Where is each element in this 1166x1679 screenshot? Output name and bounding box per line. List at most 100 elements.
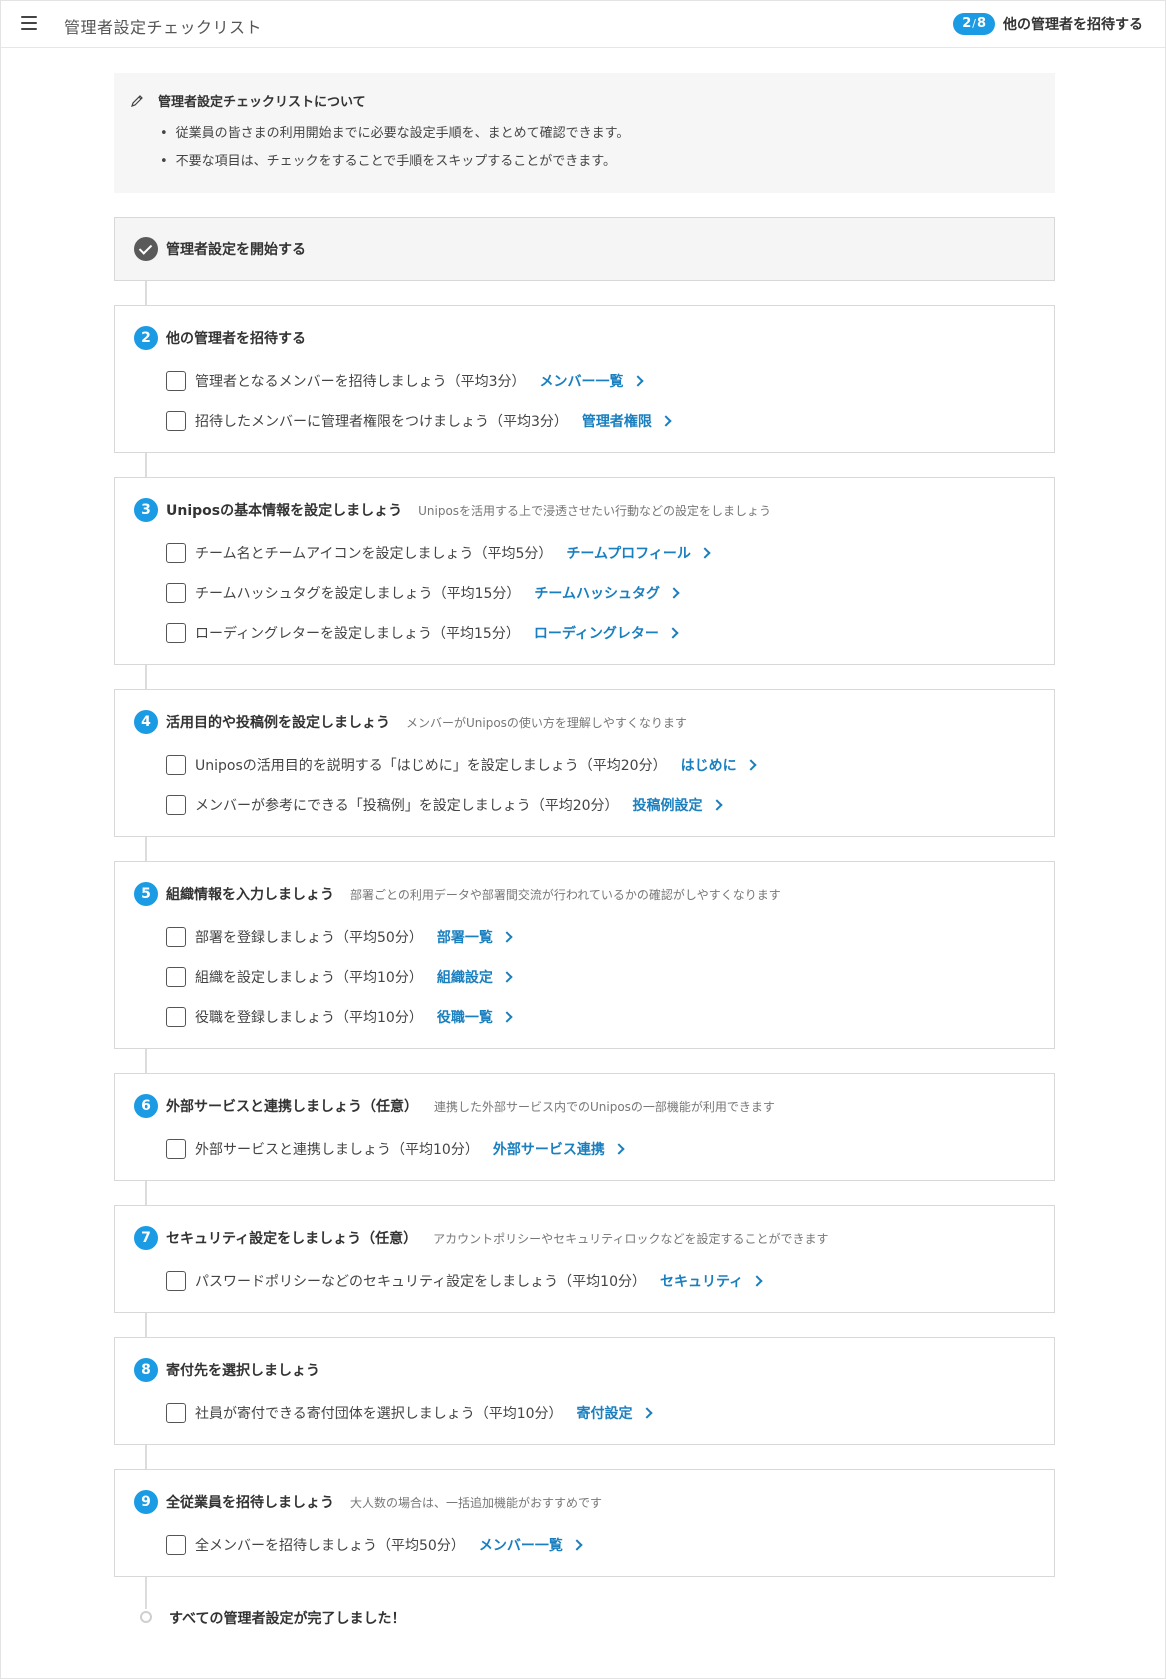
progress-label: 他の管理者を招待する [1003, 17, 1143, 33]
task-checkbox[interactable] [166, 543, 186, 563]
step-2-card: 2 他の管理者を招待する 管理者となるメンバーを招待しましょう（平均3分） メン… [114, 305, 1055, 453]
task-link-label: 役職一覧 [436, 1010, 493, 1026]
task-row: 役職を登録しましょう（平均10分） 役職一覧 [166, 1007, 513, 1027]
task-link-label: ローディングレター [533, 626, 659, 642]
step-header: 6 外部サービスと連携しましょう（任意） 連携した外部サービス内でのUnipos… [134, 1094, 775, 1118]
task-checkbox[interactable] [166, 755, 186, 775]
step-number-badge: 7 [134, 1226, 158, 1250]
task-checkbox[interactable] [166, 967, 186, 987]
task-text: 社員が寄付できる寄付団体を選択しましょう（平均10分） [195, 1406, 563, 1422]
chevron-right-icon [501, 1011, 513, 1023]
chevron-right-icon [640, 1407, 653, 1419]
task-row: パスワードポリシーなどのセキュリティ設定をしましょう（平均10分） セキュリティ [166, 1271, 763, 1291]
step-8-card: 8 寄付先を選択しましょう 社員が寄付できる寄付団体を選択しましょう（平均10分… [114, 1337, 1055, 1445]
task-link[interactable]: 投稿例設定 [633, 795, 723, 815]
step-5-card: 5 組織情報を入力しましょう 部署ごとの利用データや部署間交流が行われているかの… [114, 861, 1055, 1049]
task-checkbox[interactable] [166, 1007, 186, 1027]
task-link[interactable]: 外部サービス連携 [492, 1139, 625, 1159]
step-description: 大人数の場合は、一括追加機能がおすすめです [350, 1495, 603, 1510]
step-header: 5 組織情報を入力しましょう 部署ごとの利用データや部署間交流が行われているかの… [134, 882, 781, 906]
step-1-card: 管理者設定を開始する [114, 217, 1055, 281]
task-link-label: メンバー一覧 [539, 374, 624, 390]
task-text: メンバーが参考にできる「投稿例」を設定しましょう（平均20分） [195, 798, 619, 814]
step-3-card: 3 Uniposの基本情報を設定しましょう Uniposを活用する上で浸透させた… [114, 477, 1055, 665]
task-checkbox[interactable] [166, 411, 186, 431]
task-link[interactable]: チームプロフィール [566, 543, 711, 563]
task-row: 招待したメンバーに管理者権限をつけましょう（平均3分） 管理者権限 [166, 411, 672, 431]
step-title: 他の管理者を招待する [166, 331, 306, 347]
step-4-card: 4 活用目的や投稿例を設定しましょう メンバーがUniposの使い方を理解しやす… [114, 689, 1055, 837]
task-checkbox[interactable] [166, 1271, 186, 1291]
task-checkbox[interactable] [166, 583, 186, 603]
task-checkbox[interactable] [166, 1403, 186, 1423]
task-row: 組織を設定しましょう（平均10分） 組織設定 [166, 967, 513, 987]
progress-total: 8 [976, 16, 986, 31]
task-row: ローディングレターを設定しましょう（平均15分） ローディングレター [166, 623, 679, 643]
step-number-badge: 3 [134, 498, 158, 522]
step-description: Uniposを活用する上で浸透させたい行動などの設定をしましょう [418, 503, 772, 518]
task-text: パスワードポリシーなどのセキュリティ設定をしましょう（平均10分） [195, 1274, 646, 1290]
info-box: 管理者設定チェックリストについて 従業員の皆さまの利用開始までに必要な設定手順を… [114, 73, 1055, 193]
chevron-right-icon [751, 1275, 763, 1287]
step-number-badge: 6 [134, 1094, 158, 1118]
step-header: 9 全従業員を招待しましょう 大人数の場合は、一括追加機能がおすすめです [134, 1490, 602, 1514]
task-checkbox[interactable] [166, 371, 186, 391]
progress-current: 2 [962, 16, 972, 31]
task-text: 招待したメンバーに管理者権限をつけましょう（平均3分） [195, 414, 568, 430]
task-row: 外部サービスと連携しましょう（平均10分） 外部サービス連携 [166, 1139, 625, 1159]
chevron-right-icon [699, 547, 711, 559]
task-text: Uniposの活用目的を説明する「はじめに」を設定しましょう（平均20分） [195, 758, 667, 774]
step-title: 管理者設定を開始する [166, 242, 306, 258]
task-link[interactable]: 寄付設定 [577, 1403, 653, 1423]
completion-text: すべての管理者設定が完了しました！ [169, 1611, 406, 1627]
task-checkbox[interactable] [166, 1535, 186, 1555]
hamburger-menu-icon[interactable] [21, 16, 37, 30]
chevron-right-icon [710, 799, 723, 811]
task-row: チームハッシュタグを設定しましょう（平均15分） チームハッシュタグ [166, 583, 680, 603]
task-link-label: 管理者権限 [581, 414, 652, 430]
task-link[interactable]: メンバー一覧 [539, 371, 644, 391]
task-link[interactable]: ローディングレター [533, 623, 679, 643]
step-description: メンバーがUniposの使い方を理解しやすくなります [406, 715, 687, 730]
task-checkbox[interactable] [166, 795, 186, 815]
task-link[interactable]: 組織設定 [437, 967, 513, 987]
completed-check-icon [134, 237, 158, 261]
task-link-label: 部署一覧 [436, 930, 493, 946]
step-title: 寄付先を選択しましょう [166, 1363, 320, 1379]
task-row: 部署を登録しましょう（平均50分） 部署一覧 [166, 927, 513, 947]
task-checkbox[interactable] [166, 623, 186, 643]
task-link-label: チームプロフィール [566, 546, 691, 562]
task-checkbox[interactable] [166, 927, 186, 947]
task-link[interactable]: セキュリティ [659, 1271, 763, 1291]
chevron-right-icon [501, 931, 513, 943]
step-number-badge: 9 [134, 1490, 158, 1514]
task-link[interactable]: メンバー一覧 [479, 1535, 583, 1555]
progress-badge: 2/8 [953, 13, 995, 35]
step-header: 3 Uniposの基本情報を設定しましょう Uniposを活用する上で浸透させた… [134, 498, 771, 522]
task-row: 社員が寄付できる寄付団体を選択しましょう（平均10分） 寄付設定 [166, 1403, 653, 1423]
task-text: ローディングレターを設定しましょう（平均15分） [195, 626, 520, 642]
info-title-row: 管理者設定チェックリストについて [130, 91, 366, 110]
step-header: 8 寄付先を選択しましょう [134, 1358, 320, 1382]
step-title: 全従業員を招待しましょう [166, 1495, 334, 1511]
timeline-end-dot-icon [140, 1611, 152, 1623]
task-link[interactable]: チームハッシュタグ [534, 583, 680, 603]
step-header: 7 セキュリティ設定をしましょう（任意） アカウントポリシーやセキュリティロック… [134, 1226, 828, 1250]
chevron-right-icon [660, 415, 672, 427]
task-row: 全メンバーを招待しましょう（平均50分） メンバー一覧 [166, 1535, 583, 1555]
page-title: 管理者設定チェックリスト [64, 18, 263, 37]
step-title: 外部サービスと連携しましょう（任意） [166, 1099, 418, 1115]
step-header: 2 他の管理者を招待する [134, 326, 306, 350]
chevron-right-icon [501, 971, 513, 983]
task-link[interactable]: 役職一覧 [436, 1007, 513, 1027]
step-6-card: 6 外部サービスと連携しましょう（任意） 連携した外部サービス内でのUnipos… [114, 1073, 1055, 1181]
info-list: 従業員の皆さまの利用開始までに必要な設定手順を、まとめて確認できます。 不要な項… [160, 125, 630, 181]
task-link-label: セキュリティ [659, 1274, 744, 1290]
task-link[interactable]: 管理者権限 [581, 411, 672, 431]
chevron-right-icon [613, 1143, 625, 1155]
task-link-label: 外部サービス連携 [492, 1142, 605, 1158]
step-description: 部署ごとの利用データや部署間交流が行われているかの確認がしやすくなります [350, 887, 781, 902]
task-checkbox[interactable] [166, 1139, 186, 1159]
task-link[interactable]: はじめに [681, 755, 757, 775]
task-link[interactable]: 部署一覧 [436, 927, 513, 947]
